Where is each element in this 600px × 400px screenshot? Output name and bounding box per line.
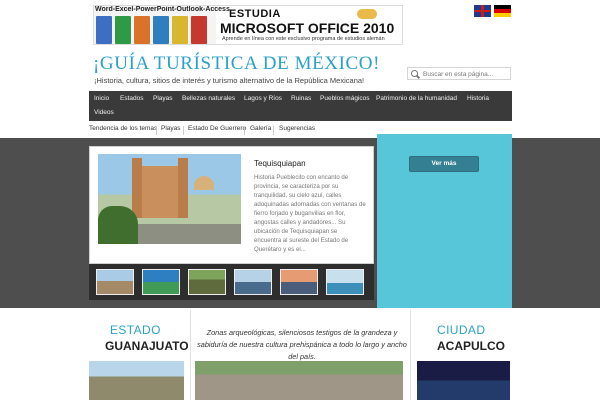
card-category-estado: ESTADO [110,323,161,337]
dome-shape [194,176,214,190]
thumbnail[interactable] [234,269,272,295]
sub-nav-tendencia[interactable]: Tendencia de los temas [89,125,157,132]
tower-shape [132,158,142,218]
site-title[interactable]: ¡GUÍA TURÍSTICA DE MÉXICO! [93,53,380,75]
nav-item-pueblos-magicos[interactable]: Pueblos mágicos [320,95,370,102]
column-divider [410,310,411,400]
banner-headline: ESTUDIA [229,8,281,20]
featured-title[interactable]: Tequisquiapan [254,159,306,168]
product-box-icon [96,16,112,44]
ver-mas-button[interactable]: Ver más [409,156,479,172]
sub-nav-divider [183,126,184,135]
thumbnail[interactable] [188,269,226,295]
search-box[interactable] [407,67,511,80]
flag-de-icon[interactable] [494,5,511,17]
nav-item-historia[interactable]: Historia [467,95,489,102]
featured-description: Historia Pueblecito con encanto de provi… [254,174,366,253]
acapulco-image[interactable] [417,361,510,400]
guanajuato-image[interactable] [89,361,184,400]
tree-shape [98,206,138,244]
banner-subline: Aprende en línea con este exclusivo prog… [222,36,385,42]
banner-product: MICROSOFT OFFICE 2010 [220,20,395,36]
tower-shape [178,158,188,218]
main-nav: Inicio Estados Playas Bellezas naturales… [89,91,512,121]
office-banner-ad[interactable]: Word-Excel-PowerPoint-Outlook-Access EST… [93,5,403,45]
nav-item-videos[interactable]: Videos [94,109,114,116]
nav-item-ruinas[interactable]: Ruinas [291,95,311,102]
card-category-ciudad: CIUDAD [437,323,486,337]
nav-item-bellezas-naturales[interactable]: Bellezas naturales [182,95,235,102]
card-name-acapulco[interactable]: ACAPULCO [437,339,505,353]
product-box-icon [172,16,188,44]
church-shape [136,166,184,218]
sub-nav-playas[interactable]: Playas [161,125,181,132]
nav-item-lagos-y-rios[interactable]: Lagos y Ríos [244,95,282,102]
featured-slide: Tequisquiapan Historia Pueblecito con en… [89,146,374,264]
sub-nav-guerrero[interactable]: Estado De Guerrero [188,125,246,132]
sub-nav-divider [273,126,274,135]
sub-nav-divider [156,126,157,135]
banner-top-line: Word-Excel-PowerPoint-Outlook-Access [95,6,230,13]
thumbnail[interactable] [326,269,364,295]
banner-seal-icon [357,9,377,19]
sub-nav-sugerencias[interactable]: Sugerencias [279,125,315,132]
thumbnail[interactable] [96,269,134,295]
featured-image[interactable] [98,154,241,244]
archaeology-image[interactable] [195,361,403,400]
card-name-guanajuato[interactable]: GUANAJUATO [105,339,189,353]
thumbnail[interactable] [280,269,318,295]
product-box-icon [134,16,150,44]
sub-nav-galeria[interactable]: Galería [250,125,271,132]
thumbnail[interactable] [142,269,180,295]
search-input[interactable] [423,69,509,79]
product-box-icon [191,16,207,44]
nav-item-patrimonio[interactable]: Patrimonio de la humanidad [376,95,457,102]
office-product-boxes: Word-Excel-PowerPoint-Outlook-Access [94,6,230,44]
product-box-icon [115,16,131,44]
sub-nav-divider [244,126,245,135]
thumbnail-strip [89,264,374,300]
nav-item-playas[interactable]: Playas [153,95,173,102]
search-icon[interactable] [410,69,421,79]
nav-item-inicio[interactable]: Inicio [94,95,109,102]
flag-uk-icon[interactable] [474,5,491,17]
product-box-icon [153,16,169,44]
card-archaeology-text: Zonas arqueológicas, silenciosos testigo… [197,328,407,361]
site-tagline: ¡Historia, cultura, sitios de interés y … [94,76,365,85]
column-divider [190,310,191,400]
nav-item-estados[interactable]: Estados [120,95,144,102]
